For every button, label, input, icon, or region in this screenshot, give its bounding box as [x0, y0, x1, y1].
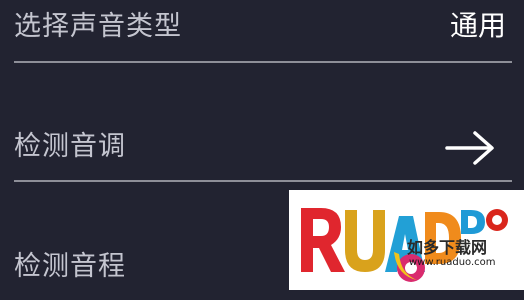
- sound-type-value[interactable]: 通用: [450, 9, 506, 43]
- watermark-caption: 如多下载网: [407, 238, 488, 257]
- detect-range-label: 检测音程: [14, 251, 126, 282]
- divider: [14, 180, 512, 182]
- divider: [14, 61, 512, 63]
- sound-type-row[interactable]: 选择声音类型 通用: [0, 0, 524, 60]
- arrow-right-icon[interactable]: [445, 130, 497, 166]
- watermark-url: www.ruaduo.com: [409, 257, 496, 268]
- watermark: 如多下载网 www.ruaduo.com: [289, 190, 524, 290]
- detect-pitch-label: 检测音调: [14, 131, 126, 162]
- sound-type-label: 选择声音类型: [14, 11, 182, 42]
